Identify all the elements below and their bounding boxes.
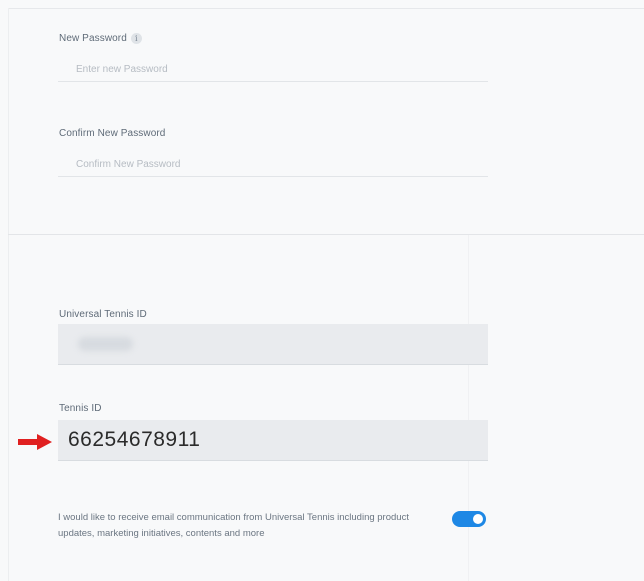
tennis-id-value: 66254678911 [68, 428, 201, 451]
section-divider [8, 234, 644, 235]
tennis-id-field: 66254678911 [58, 420, 488, 461]
tennis-id-label: Tennis ID [59, 403, 102, 414]
universal-tennis-id-label: Universal Tennis ID [59, 309, 147, 320]
email-consent-toggle[interactable] [452, 511, 486, 527]
new-password-label-text: New Password [59, 33, 127, 44]
confirm-password-input[interactable] [58, 153, 488, 177]
column-divider [468, 235, 469, 581]
toggle-knob [473, 514, 483, 524]
obscured-value [78, 337, 133, 351]
confirm-password-label: Confirm New Password [59, 128, 166, 139]
settings-page: New Password i Confirm New Password Unive… [0, 0, 644, 581]
universal-tennis-id-field [58, 324, 488, 365]
info-icon[interactable]: i [130, 33, 142, 44]
new-password-label: New Password i [59, 33, 142, 44]
top-divider [9, 8, 644, 9]
left-divider [8, 8, 9, 581]
email-consent-text: I would like to receive email communicat… [58, 512, 409, 539]
new-password-input[interactable] [58, 58, 488, 82]
red-arrow-right-icon [18, 434, 52, 450]
